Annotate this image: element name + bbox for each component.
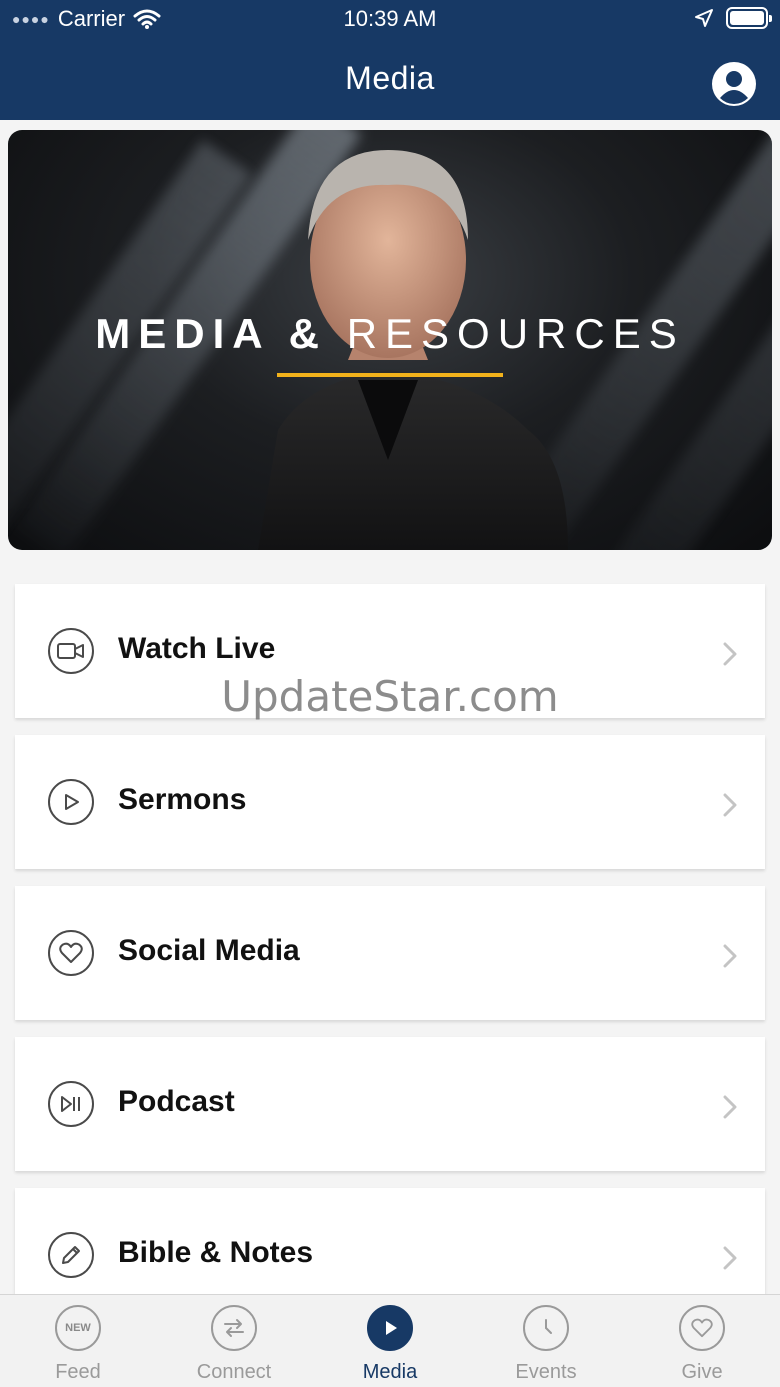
menu-item-sermons[interactable]: Sermons xyxy=(15,735,765,869)
heart-icon xyxy=(48,930,94,976)
tab-media[interactable]: Media xyxy=(312,1305,468,1384)
hero-title: MEDIA & RESOURCES xyxy=(8,310,772,358)
menu-item-label: Bible & Notes xyxy=(118,1236,314,1269)
play-pause-icon xyxy=(48,1081,94,1127)
play-icon xyxy=(367,1305,413,1351)
bottom-tab-bar: NEW Feed Connect Media Events Give xyxy=(0,1294,780,1387)
tab-label: Events xyxy=(515,1361,577,1383)
tab-feed[interactable]: NEW Feed xyxy=(0,1305,156,1384)
chevron-right-icon xyxy=(723,1095,737,1119)
hero-accent-underline xyxy=(277,373,503,377)
play-icon xyxy=(48,779,94,825)
pencil-icon xyxy=(48,1232,94,1278)
new-badge-text: NEW xyxy=(65,1322,91,1334)
status-bar: ●●●● Carrier 10:39 AM xyxy=(0,0,780,38)
hero-banner[interactable]: MEDIA & RESOURCES xyxy=(8,130,772,550)
page-title: Media xyxy=(345,60,435,96)
tab-label: Connect xyxy=(196,1361,272,1383)
hero-title-bold: MEDIA & xyxy=(95,310,328,357)
menu-item-podcast[interactable]: Podcast xyxy=(15,1037,765,1171)
status-right xyxy=(694,7,772,29)
menu-item-label: Social Media xyxy=(118,934,300,967)
menu-item-label: Sermons xyxy=(118,783,247,816)
menu-item-social-media[interactable]: Social Media xyxy=(15,886,765,1020)
watermark-text: UpdateStar.com xyxy=(221,672,559,721)
video-camera-icon xyxy=(48,628,94,674)
tab-events[interactable]: Events xyxy=(468,1305,624,1384)
menu-item-label: Podcast xyxy=(118,1085,235,1118)
tab-label: Feed xyxy=(55,1361,101,1383)
chevron-right-icon xyxy=(723,642,737,666)
tab-label: Media xyxy=(362,1361,418,1383)
top-bar: ●●●● Carrier 10:39 AM Media xyxy=(0,0,780,120)
tab-give[interactable]: Give xyxy=(624,1305,780,1384)
new-badge-icon: NEW xyxy=(55,1305,101,1351)
heart-icon xyxy=(679,1305,725,1351)
status-time: 10:39 AM xyxy=(343,6,437,31)
chevron-right-icon xyxy=(723,1246,737,1270)
battery-icon xyxy=(726,7,772,29)
chevron-right-icon xyxy=(723,793,737,817)
tab-connect[interactable]: Connect xyxy=(156,1305,312,1384)
swap-arrows-icon xyxy=(211,1305,257,1351)
user-icon xyxy=(714,64,754,104)
profile-button[interactable] xyxy=(712,62,756,106)
chevron-right-icon xyxy=(723,944,737,968)
menu-item-label: Watch Live xyxy=(118,632,276,665)
location-arrow-icon xyxy=(695,9,713,27)
hero-title-light: RESOURCES xyxy=(346,310,685,357)
clock-icon xyxy=(523,1305,569,1351)
tab-label: Give xyxy=(681,1361,723,1383)
